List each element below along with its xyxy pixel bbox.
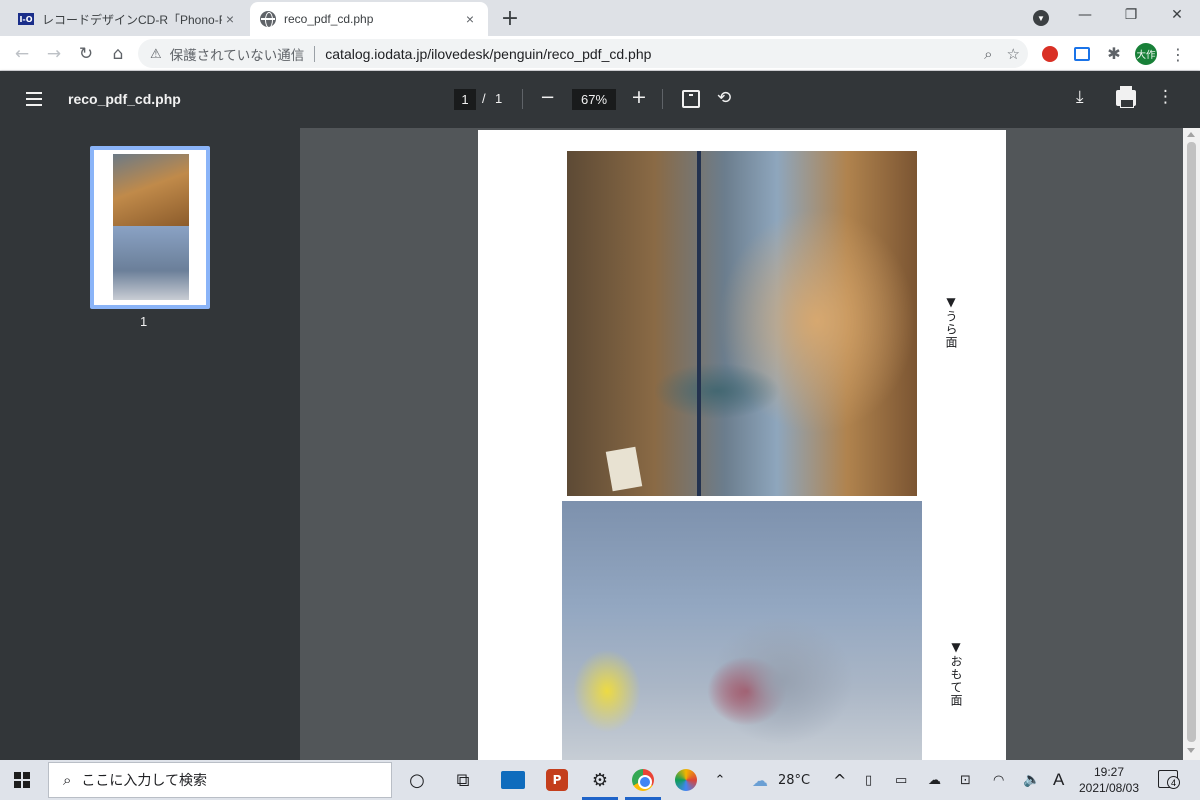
chrome-app-icon[interactable] bbox=[629, 766, 657, 794]
extensions-puzzle-icon[interactable]: ✱ bbox=[1103, 43, 1125, 65]
tab-close-icon[interactable]: × bbox=[222, 11, 238, 27]
new-tab-button[interactable]: + bbox=[498, 6, 522, 31]
ime-mode-indicator[interactable]: A bbox=[1053, 760, 1064, 800]
taskbar-search-box[interactable]: ⌕ ここに入力して検索 bbox=[48, 762, 392, 798]
download-icon[interactable]: ⤓ bbox=[1076, 87, 1084, 107]
zoom-out-button[interactable]: − bbox=[540, 87, 555, 108]
url-text[interactable]: catalog.iodata.jp/ilovedesk/penguin/reco… bbox=[325, 46, 651, 62]
forward-button[interactable]: → bbox=[40, 40, 68, 68]
fit-page-icon[interactable] bbox=[682, 90, 700, 108]
pdf-title: reco_pdf_cd.php bbox=[68, 91, 181, 107]
windows-taskbar: ⌕ ここに入力して検索 ○ ⧉ P ⚙ ⌃ ☁ 28°C ^ ▯ ▭ ☁ ⊡ ◠… bbox=[0, 760, 1200, 800]
back-side-label: ▼うら面 bbox=[944, 295, 958, 349]
powerpoint-app-icon[interactable]: P bbox=[543, 766, 571, 794]
pdf-page: ▼うら面 ▼おもて面 bbox=[478, 130, 1006, 760]
reload-button[interactable]: ↻ bbox=[72, 40, 100, 68]
notification-center-icon[interactable]: 4 bbox=[1158, 770, 1180, 789]
weather-widget[interactable]: ☁ 28°C bbox=[752, 760, 810, 800]
phone-link-icon[interactable]: ▯ bbox=[865, 760, 872, 800]
home-button[interactable]: ⌂ bbox=[104, 40, 132, 68]
tab-search-icon[interactable]: ▼ bbox=[1033, 10, 1049, 26]
tab-title: reco_pdf_cd.php bbox=[284, 12, 374, 26]
thumbnail-page bbox=[94, 150, 206, 305]
minimize-button[interactable]: — bbox=[1062, 0, 1108, 30]
thumbnail-sidebar: 1 bbox=[0, 128, 300, 760]
browser-toolbar: ← → ↻ ⌂ ⚠ 保護されていない通信 catalog.iodata.jp/i… bbox=[0, 36, 1200, 71]
tab-phono-r[interactable]: I-O レコードデザインCD-R「Phono-R」×ジ × bbox=[8, 2, 248, 36]
print-icon[interactable] bbox=[1116, 86, 1136, 108]
zoom-level-input[interactable]: 67% bbox=[572, 89, 616, 110]
chrome-menu-icon[interactable]: ⋮ bbox=[1167, 43, 1189, 65]
profile-avatar[interactable]: 大作 bbox=[1135, 43, 1157, 65]
clock-date: 2021/08/03 bbox=[1078, 781, 1140, 795]
zoom-in-button[interactable]: + bbox=[631, 86, 647, 108]
weather-icon: ☁ bbox=[752, 770, 768, 790]
system-clock[interactable]: 19:27 2021/08/03 bbox=[1078, 764, 1140, 796]
more-actions-icon[interactable]: ⋮ bbox=[1157, 87, 1174, 107]
museum-placard bbox=[605, 446, 643, 492]
tab-strip: I-O レコードデザインCD-R「Phono-R」×ジ × reco_pdf_c… bbox=[0, 0, 1200, 36]
omnibox-divider bbox=[314, 45, 316, 62]
scrollbar-thumb[interactable] bbox=[1187, 142, 1196, 742]
thumbnail-page-number: 1 bbox=[140, 314, 148, 329]
front-side-label: ▼おもて面 bbox=[949, 640, 963, 707]
security-label[interactable]: 保護されていない通信 bbox=[170, 44, 305, 64]
clock-time: 19:27 bbox=[1093, 765, 1125, 779]
page-total: 1 bbox=[495, 91, 503, 106]
notification-count-badge: 4 bbox=[1167, 776, 1180, 789]
cortana-icon[interactable]: ○ bbox=[403, 766, 431, 794]
rotate-icon[interactable]: ⟲ bbox=[717, 88, 737, 108]
settings-app-icon[interactable]: ⚙ bbox=[586, 766, 614, 794]
page-separator: / bbox=[482, 91, 486, 106]
vertical-scrollbar[interactable] bbox=[1183, 128, 1200, 760]
wifi-icon[interactable]: ◠ bbox=[993, 760, 1004, 800]
warning-icon[interactable]: ⚠ bbox=[150, 46, 162, 62]
tab-reco-pdf[interactable]: reco_pdf_cd.php × bbox=[250, 2, 488, 36]
photo-dinosaur-skeleton bbox=[567, 151, 917, 496]
mail-app-icon[interactable] bbox=[499, 766, 527, 794]
temperature-label: 28°C bbox=[778, 772, 811, 788]
toolbar-divider bbox=[662, 89, 663, 109]
windows-start-icon[interactable] bbox=[14, 772, 30, 788]
onedrive-icon[interactable]: ☁ bbox=[928, 760, 941, 800]
bookmark-star-icon[interactable]: ☆ bbox=[1007, 45, 1020, 63]
back-button[interactable]: ← bbox=[8, 40, 36, 68]
red-extension-icon[interactable] bbox=[1039, 43, 1061, 65]
globe-icon bbox=[260, 11, 276, 27]
iodata-favicon-icon: I-O bbox=[18, 13, 34, 25]
close-window-button[interactable]: ✕ bbox=[1154, 0, 1200, 30]
paint-app-icon[interactable] bbox=[672, 766, 700, 794]
toolbar-divider bbox=[522, 89, 523, 109]
museum-pole bbox=[697, 151, 701, 496]
address-bar[interactable]: ⚠ 保護されていない通信 catalog.iodata.jp/ilovedesk… bbox=[138, 39, 1028, 68]
thumbnail-photo-shark bbox=[113, 226, 189, 300]
pdf-viewer-area[interactable]: ▼うら面 ▼おもて面 bbox=[300, 128, 1200, 760]
zoom-icon[interactable]: ⌕ bbox=[984, 45, 992, 63]
tab-title: レコードデザインCD-R「Phono-R」×ジ bbox=[42, 12, 222, 27]
menu-icon[interactable] bbox=[22, 87, 46, 111]
page-thumbnail[interactable] bbox=[90, 146, 210, 309]
tab-close-icon[interactable]: × bbox=[462, 11, 478, 27]
taskbar-overflow-chevron-icon[interactable]: ⌃ bbox=[706, 766, 734, 794]
volume-icon[interactable]: 🔈 bbox=[1023, 760, 1040, 800]
task-view-icon[interactable]: ⧉ bbox=[449, 766, 477, 794]
blue-extension-icon[interactable] bbox=[1071, 43, 1093, 65]
search-icon: ⌕ bbox=[63, 771, 72, 789]
scroll-up-icon[interactable] bbox=[1187, 132, 1195, 137]
page-number-input[interactable]: 1 bbox=[454, 89, 476, 110]
pdf-toolbar: reco_pdf_cd.php 1 / 1 − 67% + ⟲ ⤓ ⋮ bbox=[0, 71, 1200, 128]
scroll-down-icon[interactable] bbox=[1187, 748, 1195, 753]
search-placeholder: ここに入力して検索 bbox=[81, 773, 207, 789]
meet-now-icon[interactable]: ⊡ bbox=[960, 760, 971, 800]
restore-button[interactable]: ❐ bbox=[1108, 0, 1154, 30]
thumbnail-photo-dinosaur bbox=[113, 154, 189, 228]
battery-icon[interactable]: ▭ bbox=[895, 760, 907, 800]
photo-shark-sculpture bbox=[562, 501, 922, 760]
show-hidden-icons-icon[interactable]: ^ bbox=[833, 760, 846, 800]
